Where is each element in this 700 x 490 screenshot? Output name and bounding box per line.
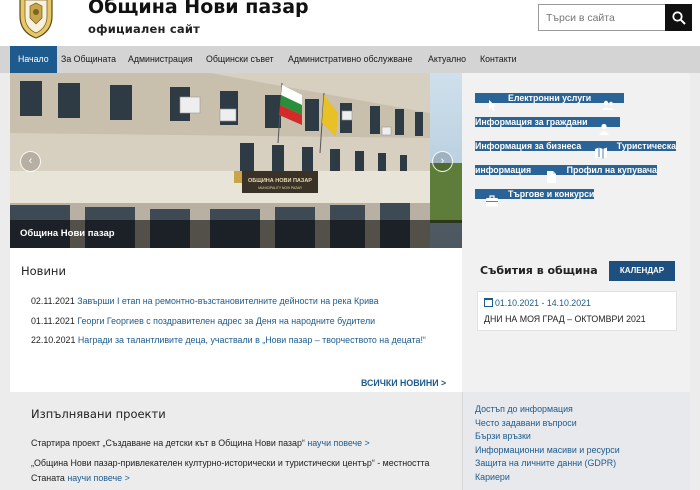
event-date: 01.10.2021 - 14.10.2021 — [484, 298, 591, 308]
quick-link-label: Профил на купувача — [566, 165, 657, 175]
side-link-datasets[interactable]: Информационни масиви и ресурси — [475, 445, 620, 455]
search-input[interactable] — [538, 4, 666, 31]
main-navigation: Начало За Общината Администрация Общинск… — [0, 46, 700, 73]
news-date: 22.10.2021 — [31, 335, 76, 345]
quick-link-buyer-profile[interactable]: Профил на купувача — [533, 165, 657, 183]
project-item: „Община Нови пазар-привлекателен културн… — [31, 456, 431, 486]
quick-link-label: Електронни услуги — [508, 93, 592, 103]
page-background-left — [0, 73, 10, 490]
side-link-faq[interactable]: Често задавани въпроси — [475, 418, 577, 428]
project-more-link[interactable]: научи повече > — [67, 473, 129, 483]
news-date: 01.11.2021 — [31, 316, 75, 326]
hero-caption[interactable]: Община Нови пазар — [10, 220, 462, 248]
all-news-link[interactable]: ВСИЧКИ НОВИНИ > — [361, 378, 446, 388]
cursor-icon — [489, 100, 496, 111]
news-date: 02.11.2021 — [31, 296, 75, 306]
nav-item-administration[interactable]: Администрация — [128, 46, 193, 73]
page-background-right — [690, 73, 700, 490]
users-icon — [602, 100, 615, 110]
news-link[interactable]: Награди за талантливите деца, участвали … — [78, 335, 426, 345]
nav-item-contacts[interactable]: Контакти — [480, 46, 517, 73]
side-link-quick-links[interactable]: Бързи връзки — [475, 431, 531, 441]
slider-prev-button[interactable]: ‹ — [20, 151, 41, 172]
calendar-icon — [484, 298, 493, 307]
document-icon — [546, 171, 556, 183]
project-item: Стартира проект „Създаване на детски кът… — [31, 436, 431, 451]
search-icon — [671, 10, 686, 25]
slider-next-button[interactable]: › — [432, 151, 453, 172]
building-sign-subtext: MUNICIPALITY NOVI PAZAR — [258, 186, 302, 190]
hero-slider[interactable]: ОБЩИНА НОВИ ПАЗАР MUNICIPALITY NOVI PAZA… — [10, 73, 462, 248]
nav-item-services[interactable]: Административно обслужване — [288, 46, 413, 73]
user-icon — [599, 123, 610, 135]
news-item[interactable]: 02.11.2021 Завърши I етап на ремонтно-въ… — [31, 294, 446, 309]
event-name: ДНИ НА МОЯ ГРАД – ОКТОМВРИ 2021 — [484, 314, 646, 324]
nav-item-council[interactable]: Общински съвет — [206, 46, 274, 73]
events-title: Събития в община — [480, 264, 598, 277]
nav-item-home[interactable]: Начало — [10, 46, 57, 73]
event-date-text: 01.10.2021 - 14.10.2021 — [495, 298, 591, 308]
project-text: Стартира проект „Създаване на детски кът… — [31, 438, 305, 448]
side-link-careers[interactable]: Кариери — [475, 472, 510, 482]
quick-links: Електронни услуги Информация за граждани… — [475, 86, 679, 207]
side-link-gdpr[interactable]: Защита на личните данни (GDPR) — [475, 458, 616, 468]
site-title[interactable]: Община Нови пазар — [88, 0, 309, 18]
quick-link-e-services[interactable]: Електронни услуги — [475, 93, 592, 111]
project-more-link[interactable]: научи повече > — [307, 438, 369, 448]
quick-link-label: Търгове и конкурси — [508, 189, 595, 199]
nav-item-current[interactable]: Актуално — [428, 46, 466, 73]
briefcase-icon — [486, 195, 498, 207]
news-link[interactable]: Георги Георгиев с поздравителен адрес за… — [77, 316, 375, 326]
side-link-access-info[interactable]: Достъп до информация — [475, 404, 573, 414]
projects-title: Изпълнявани проекти — [31, 407, 166, 421]
building-sign-text: ОБЩИНА НОВИ ПАЗАР — [248, 178, 312, 184]
site-subtitle: официален сайт — [88, 22, 200, 36]
quick-link-tenders[interactable]: Търгове и конкурси — [475, 189, 595, 207]
search-button[interactable] — [665, 4, 692, 31]
news-link[interactable]: Завърши I етап на ремонтно-възстановител… — [77, 296, 378, 306]
map-icon — [594, 147, 607, 159]
calendar-button[interactable]: КАЛЕНДАР — [609, 261, 675, 281]
quick-link-label: Информация за бизнеса — [475, 141, 582, 151]
site-header: Община Нови пазар официален сайт — [0, 0, 700, 46]
news-title: Новини — [21, 264, 66, 278]
quick-link-label: Информация за граждани — [475, 117, 588, 127]
news-item[interactable]: 01.11.2021 Георги Георгиев с поздравител… — [31, 314, 446, 329]
news-item[interactable]: 22.10.2021 Награди за талантливите деца,… — [31, 333, 446, 348]
nav-item-about[interactable]: За Общината — [61, 46, 116, 73]
event-card[interactable]: 01.10.2021 - 14.10.2021 ДНИ НА МОЯ ГРАД … — [477, 291, 677, 331]
crest-logo[interactable] — [16, 0, 56, 40]
